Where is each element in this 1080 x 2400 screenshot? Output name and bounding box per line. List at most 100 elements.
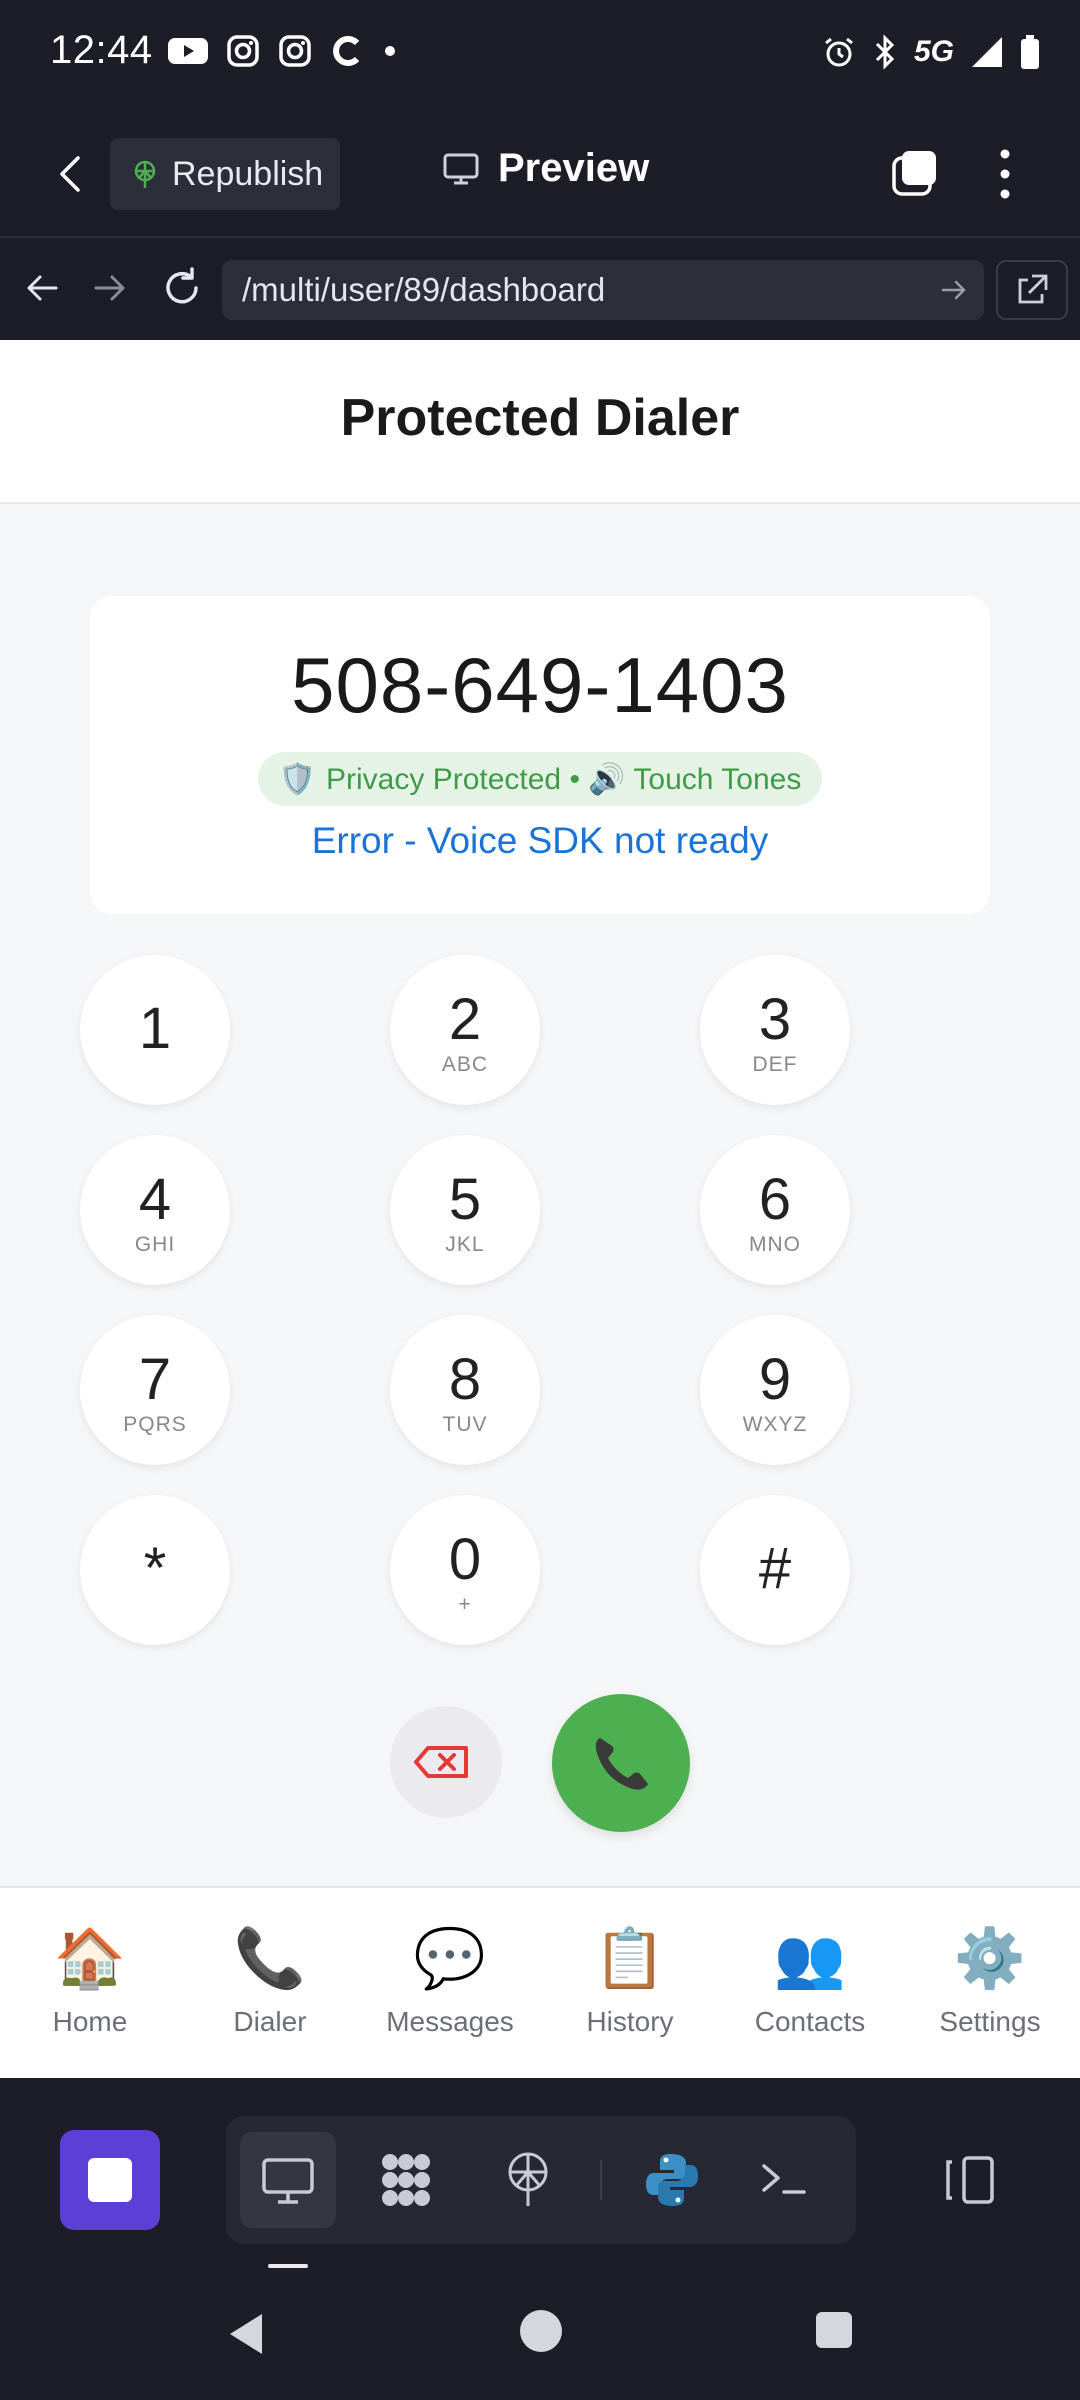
split-view-icon[interactable] xyxy=(940,2150,1000,2210)
key-hash[interactable]: # xyxy=(700,1495,850,1645)
key-3[interactable]: 3 DEF xyxy=(700,955,850,1105)
external-link-icon xyxy=(1018,274,1048,304)
shield-icon: 🛡️ xyxy=(278,762,317,796)
battery-icon xyxy=(1021,35,1039,69)
tool-separator xyxy=(600,2160,602,2200)
key-digit: 9 xyxy=(758,1347,792,1412)
people-icon: 👥 xyxy=(773,1926,847,1991)
tab-home[interactable]: 🏠 Home xyxy=(0,1888,180,2080)
system-navigation xyxy=(0,2268,1080,2400)
speech-bubble-icon: 💬 xyxy=(413,1926,487,1991)
key-digit: 6 xyxy=(758,1167,792,1232)
number-display-card: 508-649-1403 🛡️ Privacy Protected • 🔊 To… xyxy=(90,596,990,914)
browser-back-icon[interactable] xyxy=(22,268,62,308)
privacy-badge: 🛡️ Privacy Protected • 🔊 Touch Tones xyxy=(258,752,822,806)
home-icon: 🏠 xyxy=(53,1926,127,1991)
reload-icon[interactable] xyxy=(160,266,204,310)
key-digit: 7 xyxy=(138,1347,172,1412)
grid-tool[interactable] xyxy=(358,2132,454,2228)
system-back-icon[interactable] xyxy=(222,2308,274,2360)
monitor-tool[interactable] xyxy=(240,2132,336,2228)
tab-dialer-label: Dialer xyxy=(233,2006,307,2037)
gear-icon: ⚙️ xyxy=(953,1926,1027,1991)
key-5[interactable]: 5 JKL xyxy=(390,1135,540,1285)
monitor-icon xyxy=(262,2158,314,2204)
key-2[interactable]: 2 ABC xyxy=(390,955,540,1105)
key-letters: DEF xyxy=(752,1053,798,1076)
status-bar: 12:44 5G xyxy=(0,0,1080,110)
privacy-badge-text: Privacy Protected • 🔊 Touch Tones xyxy=(326,762,802,796)
instagram-icon xyxy=(227,35,259,67)
tab-dialer[interactable]: 📞 Dialer xyxy=(180,1888,360,2080)
monitor-icon xyxy=(443,153,479,184)
dot-icon xyxy=(385,46,395,56)
tool-group xyxy=(226,2116,856,2244)
key-letters: PQRS xyxy=(123,1413,187,1436)
youtube-icon xyxy=(168,38,208,64)
key-digit: * xyxy=(143,1536,167,1601)
key-digit: 5 xyxy=(448,1167,482,1232)
key-6[interactable]: 6 MNO xyxy=(700,1135,850,1285)
tab-settings[interactable]: ⚙️ Settings xyxy=(900,1888,1080,2080)
back-arrow-icon[interactable] xyxy=(50,152,94,196)
key-digit: 0 xyxy=(448,1527,482,1592)
key-letters: TUV xyxy=(442,1413,488,1436)
page-title: Protected Dialer xyxy=(340,389,740,447)
url-input[interactable]: /multi/user/89/dashboard xyxy=(222,260,984,320)
key-letters: GHI xyxy=(134,1233,176,1256)
key-1[interactable]: 1 xyxy=(80,955,230,1105)
preview-tab[interactable]: Preview xyxy=(442,146,649,191)
tab-home-label: Home xyxy=(52,2006,128,2037)
tab-contacts[interactable]: 👥 Contacts xyxy=(720,1888,900,2080)
browser-forward-icon[interactable] xyxy=(90,268,130,308)
key-0[interactable]: 0 + xyxy=(390,1495,540,1645)
instagram-icon xyxy=(279,35,311,67)
key-9[interactable]: 9 WXYZ xyxy=(700,1315,850,1465)
stop-icon xyxy=(88,2158,132,2202)
key-star[interactable]: * xyxy=(80,1495,230,1645)
notification-icons xyxy=(168,34,398,68)
open-external-button[interactable] xyxy=(996,260,1068,320)
status-time: 12:44 xyxy=(50,28,153,72)
clipboard-icon: 📋 xyxy=(593,1926,667,1991)
call-button[interactable] xyxy=(552,1694,690,1832)
republish-button[interactable]: Republish xyxy=(110,138,340,210)
key-4[interactable]: 4 GHI xyxy=(80,1135,230,1285)
publish-antenna-icon xyxy=(134,160,156,188)
call-status: Error - Voice SDK not ready xyxy=(311,820,769,861)
bottom-tab-nav: 🏠 Home 📞 Dialer 💬 Messages 📋 History 👥 C… xyxy=(0,1886,1080,2078)
app-header: Republish Preview xyxy=(0,110,1080,238)
key-letters: WXYZ xyxy=(742,1413,808,1436)
page-header: Protected Dialer xyxy=(0,340,1080,504)
phone-icon xyxy=(595,1738,648,1790)
publish-tool[interactable] xyxy=(480,2132,576,2228)
terminal-tool[interactable] xyxy=(736,2132,832,2228)
phone-icon: 📞 xyxy=(233,1926,307,1991)
key-digit: 2 xyxy=(448,987,482,1052)
go-arrow-icon[interactable] xyxy=(940,276,968,304)
system-status-icons: 5G xyxy=(822,34,1040,70)
key-digit: # xyxy=(758,1536,792,1601)
system-recents-icon[interactable] xyxy=(816,2312,852,2348)
preview-label: Preview xyxy=(498,146,650,190)
key-8[interactable]: 8 TUV xyxy=(390,1315,540,1465)
publish-antenna-icon xyxy=(508,2152,548,2206)
dialed-number: 508-649-1403 xyxy=(291,641,789,729)
tab-settings-label: Settings xyxy=(939,2006,1041,2037)
key-digit: 1 xyxy=(138,996,172,1061)
tabs-icon[interactable] xyxy=(890,148,940,198)
tab-messages-label: Messages xyxy=(386,2006,514,2037)
backspace-icon xyxy=(414,1746,468,1778)
stop-button[interactable] xyxy=(60,2130,160,2230)
system-home-icon[interactable] xyxy=(520,2310,562,2352)
tab-history[interactable]: 📋 History xyxy=(540,1888,720,2080)
key-letters: + xyxy=(458,1593,472,1616)
tab-messages[interactable]: 💬 Messages xyxy=(360,1888,540,2080)
delete-button[interactable] xyxy=(390,1706,502,1818)
more-vert-icon[interactable] xyxy=(990,146,1020,202)
key-7[interactable]: 7 PQRS xyxy=(80,1315,230,1465)
python-tool[interactable] xyxy=(624,2132,720,2228)
terminal-icon xyxy=(762,2164,806,2194)
c-app-icon xyxy=(333,36,360,66)
key-letters: MNO xyxy=(749,1233,801,1256)
